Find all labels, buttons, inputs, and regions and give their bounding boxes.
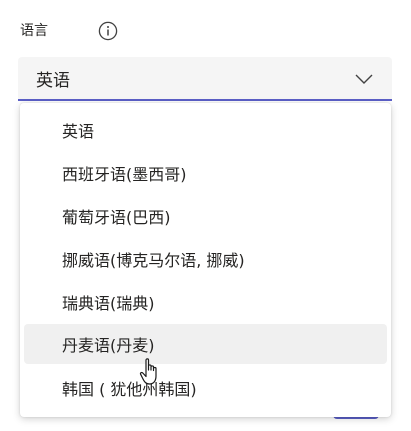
language-option[interactable]: 挪威语(博克马尔语, 挪威) [24, 239, 387, 279]
language-option-label: 韩国 ( 犹他州韩国) [62, 380, 197, 399]
language-option-label: 瑞典语(瑞典) [62, 294, 155, 313]
language-option-label: 葡萄牙语(巴西) [62, 208, 171, 227]
language-option[interactable]: 葡萄牙语(巴西) [24, 196, 387, 236]
language-option[interactable]: 英语 [24, 110, 387, 150]
chevron-down-icon [355, 74, 373, 84]
info-icon[interactable] [98, 21, 118, 41]
language-option[interactable]: 韩国 ( 犹他州韩国) [24, 368, 387, 408]
language-option[interactable]: 西班牙语(墨西哥) [24, 153, 387, 193]
language-select[interactable]: 英语 [18, 57, 392, 101]
language-option-label: 丹麦语(丹麦) [62, 336, 155, 355]
language-option[interactable]: 瑞典语(瑞典) [24, 282, 387, 322]
language-option-label: 西班牙语(墨西哥) [62, 165, 187, 184]
language-label-row: 语言 [20, 16, 48, 44]
language-option-hovered[interactable]: 丹麦语(丹麦) [24, 324, 387, 364]
language-select-value: 英语 [36, 70, 70, 91]
language-dropdown-list: 英语 西班牙语(墨西哥) 葡萄牙语(巴西) 挪威语(博克马尔语, 挪威) 瑞典语… [20, 103, 391, 417]
language-label: 语言 [20, 23, 48, 39]
language-option-label: 英语 [62, 122, 95, 141]
language-option-label: 挪威语(博克马尔语, 挪威) [62, 251, 245, 270]
